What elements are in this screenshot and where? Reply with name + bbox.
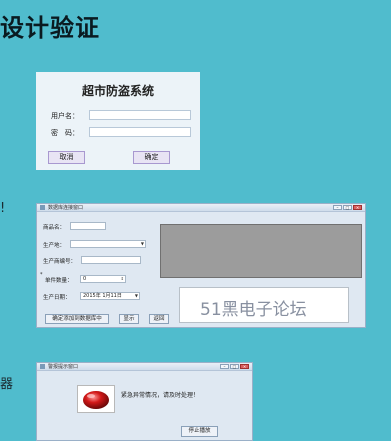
watermark-text: 51黑电子论坛 — [200, 300, 307, 320]
login-title: 超市防盗系统 — [81, 84, 154, 98]
maximize-button[interactable]: □ — [343, 205, 352, 210]
stock-value: 0 — [83, 276, 87, 282]
red-alarm-icon — [83, 391, 109, 409]
product-name-input[interactable] — [70, 222, 106, 230]
page-heading: 设计验证 — [0, 14, 100, 42]
password-label: 密 码： — [51, 129, 79, 137]
minimize-button[interactable]: – — [333, 205, 342, 210]
stock-stepper[interactable]: 0 ⇕ — [80, 275, 126, 283]
ok-button[interactable]: 确定 — [133, 151, 170, 164]
calendar-icon[interactable]: ▼ — [135, 293, 138, 299]
spinner-icon[interactable]: ⇕ — [121, 276, 124, 282]
alarm-minimize-button[interactable]: – — [220, 364, 229, 369]
chevron-down-icon: ▼ — [140, 241, 144, 246]
window-title: 数据库连接窗口 — [48, 205, 84, 211]
maker-id-input[interactable] — [81, 256, 141, 264]
username-label: 用户名： — [51, 112, 79, 120]
password-input[interactable] — [89, 127, 191, 137]
login-dialog: 超市防盗系统 用户名： 密 码： 取消 确定 — [36, 72, 200, 170]
maker-id-label: 生产商编号： — [43, 259, 77, 265]
cancel-button[interactable]: 取消 — [48, 151, 85, 164]
watermark-box: 51黑电子论坛 — [179, 287, 349, 323]
date-picker[interactable]: 2015年 1月11日 ▼ — [80, 292, 140, 300]
date-value: 2015年 1月11日 — [83, 293, 122, 299]
alarm-picture — [77, 385, 115, 413]
alarm-maximize-button[interactable]: □ — [230, 364, 239, 369]
stop-playback-button[interactable]: 停止播放 — [181, 426, 218, 437]
edge-mark-2: 器 — [0, 377, 14, 392]
app-icon — [40, 205, 45, 210]
alarm-title-bar: 警报提示窗口 – □ × — [37, 363, 252, 371]
image-panel — [160, 224, 362, 278]
database-window: 数据库连接窗口 – □ × 商品名： 生产地： ▼ 生产商编号： * 单件数量：… — [36, 203, 366, 328]
add-to-database-button[interactable]: 确定添加到数据库中 — [45, 314, 109, 324]
product-name-label: 商品名： — [43, 225, 66, 231]
title-bar: 数据库连接窗口 – □ × — [37, 204, 365, 212]
alarm-window-title: 警报提示窗口 — [48, 364, 79, 370]
alarm-message: 紧急异常情况，请及时处理！ — [121, 392, 200, 399]
stock-label: 单件数量： — [45, 278, 73, 284]
alarm-app-icon — [40, 364, 45, 369]
origin-label: 生产地： — [43, 243, 66, 249]
alarm-window: 警报提示窗口 – □ × 紧急异常情况，请及时处理！ 停止播放 — [36, 362, 253, 441]
required-star: * — [40, 272, 43, 278]
show-button[interactable]: 显示 — [119, 314, 139, 324]
alarm-close-button[interactable]: × — [240, 364, 249, 369]
back-button[interactable]: 返回 — [149, 314, 169, 324]
date-label: 生产日期： — [43, 295, 71, 301]
username-input[interactable] — [89, 110, 191, 120]
edge-mark-1: ! — [0, 201, 6, 216]
close-button[interactable]: × — [353, 205, 362, 210]
origin-select[interactable]: ▼ — [70, 240, 146, 248]
